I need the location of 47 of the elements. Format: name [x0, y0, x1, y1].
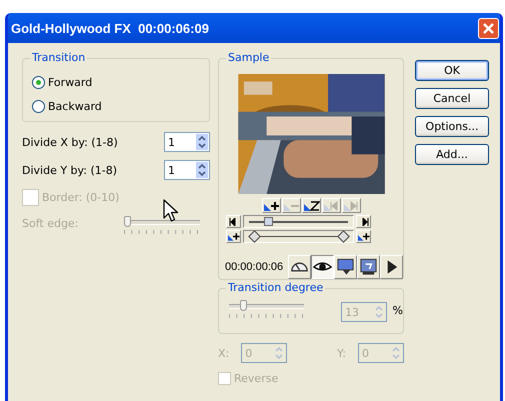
- view-button[interactable]: [311, 255, 334, 279]
- mark-out-icon: [357, 232, 370, 242]
- step-forward-button[interactable]: [356, 215, 371, 228]
- slider[interactable]: [124, 217, 200, 234]
- radio-label: Backward: [48, 100, 102, 112]
- close-icon: [483, 22, 494, 34]
- mouse-cursor-icon: [163, 199, 179, 223]
- field-label: Divide X by: (1-8): [22, 136, 118, 148]
- range-handle[interactable]: [248, 230, 261, 243]
- seek-slider[interactable]: [243, 215, 354, 228]
- skip-back-icon: [323, 199, 340, 212]
- unit-label: %: [392, 304, 403, 317]
- step-back-icon: [228, 218, 238, 226]
- skip-forward-icon: [343, 199, 360, 212]
- spin-field[interactable]: 1: [164, 160, 210, 180]
- timecode: 00:00:00:06: [225, 261, 284, 273]
- mark-in-button[interactable]: [226, 230, 241, 243]
- field-label: X:: [218, 346, 230, 360]
- plus-icon: [263, 199, 280, 212]
- step-back-button[interactable]: [226, 215, 241, 228]
- group-label: Transition: [30, 51, 88, 64]
- slider[interactable]: [229, 301, 304, 318]
- slider-thumb[interactable]: [264, 216, 273, 226]
- field-label: Soft edge:: [22, 217, 78, 230]
- radio-button[interactable]: [32, 76, 45, 88]
- range-slider[interactable]: [243, 230, 354, 243]
- tool-button[interactable]: [262, 198, 281, 213]
- group-label: Transition degree: [226, 281, 326, 294]
- mark-in-icon: [227, 232, 240, 242]
- dialog-button[interactable]: Options...: [415, 116, 489, 137]
- dialog-button[interactable]: Add...: [415, 144, 489, 165]
- radio-label: Forward: [48, 76, 92, 88]
- range-handle[interactable]: [337, 230, 350, 243]
- checkbox-label: Reverse: [234, 372, 278, 385]
- window-title: Gold-Hollywood FX 00:00:06:09: [11, 20, 209, 36]
- group-label: Sample: [226, 51, 272, 64]
- checkbox-label: Border: (0-10): [42, 191, 120, 204]
- radio-button[interactable]: [32, 100, 45, 112]
- spin-arrows-icon[interactable]: [196, 134, 208, 150]
- dialog-button[interactable]: Cancel: [415, 88, 489, 109]
- field-label: Y:: [337, 346, 346, 360]
- mark-out-button[interactable]: [356, 230, 371, 243]
- dialog-button[interactable]: OK: [415, 60, 489, 81]
- close-button[interactable]: [478, 18, 499, 38]
- field-label: Divide Y by: (1-8): [22, 164, 117, 176]
- spin-arrows-icon[interactable]: [196, 162, 208, 178]
- spin-field[interactable]: 1: [164, 132, 210, 152]
